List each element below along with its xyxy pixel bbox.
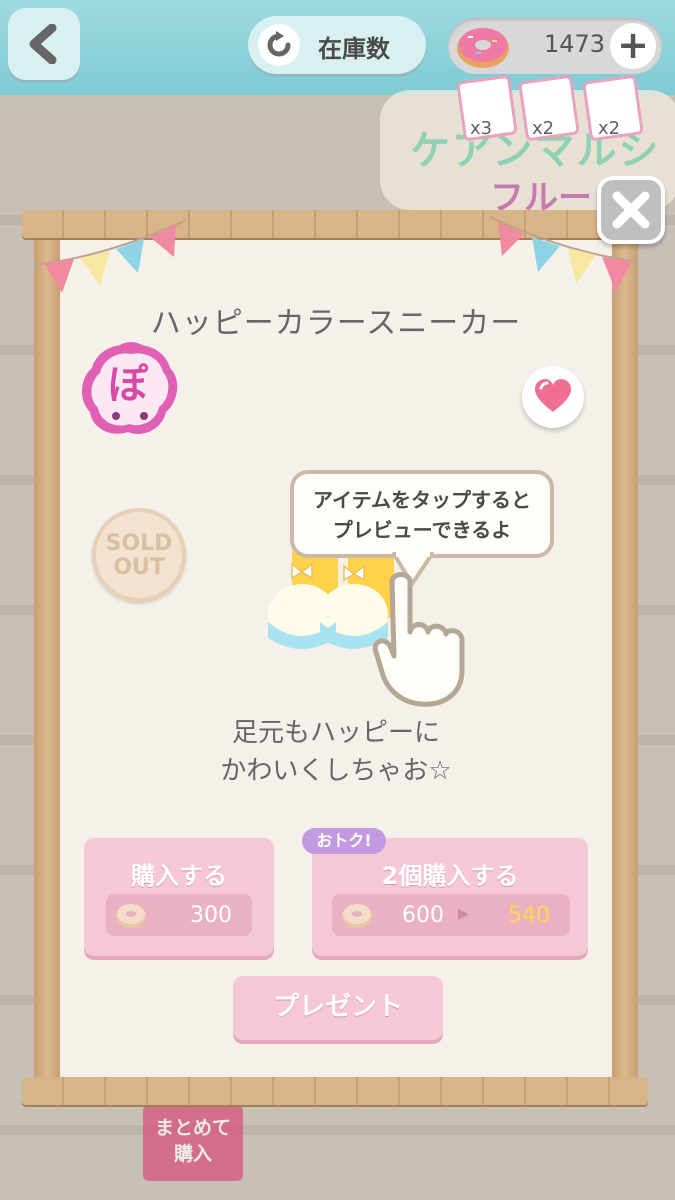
donut-icon xyxy=(114,900,148,934)
close-button[interactable] xyxy=(597,176,665,244)
item-description: 足元もハッピーに かわいくしちゃお☆ xyxy=(100,714,572,790)
donut-currency-bar: 1473 + xyxy=(448,18,662,74)
bulk-buy-line1: まとめて xyxy=(154,1117,231,1139)
ticket-count: x2 xyxy=(598,118,621,139)
frame-post-left xyxy=(34,230,60,1082)
brand-badge-icon: ぽ xyxy=(78,340,184,444)
frame-post-right xyxy=(612,230,638,1082)
heart-icon xyxy=(535,379,571,412)
bunting-left xyxy=(36,219,187,293)
tooltip-line2: プレビューできるよ xyxy=(332,518,512,542)
back-icon xyxy=(29,24,57,64)
sold-out-line2: OUT xyxy=(113,555,165,580)
arrow-right-icon: ▶ xyxy=(458,906,469,922)
buy-two-label: 2個購入する xyxy=(381,862,519,890)
frame-beam-bottom xyxy=(22,1077,648,1105)
buy-two-button[interactable]: 2個購入する 600 ▶ 540 xyxy=(312,838,588,956)
donut-icon xyxy=(454,20,512,76)
stock-label: 在庫数 xyxy=(318,35,390,63)
preview-tooltip: アイテムをタップすると プレビューできるよ xyxy=(290,470,554,558)
bulk-buy-line2: 購入 xyxy=(173,1143,212,1165)
present-button[interactable]: プレゼント xyxy=(233,976,443,1040)
sold-out-badge: SOLD OUT xyxy=(92,508,186,602)
description-line: 足元もハッピーに xyxy=(231,718,440,748)
buy-two-price-old: 600 xyxy=(402,903,444,928)
buy-one-price: 300 xyxy=(190,903,232,928)
buy-one-button[interactable]: 購入する 300 xyxy=(84,838,274,956)
add-donuts-button[interactable]: + xyxy=(610,23,656,69)
donut-icon xyxy=(340,900,374,934)
buy-one-price-box: 300 xyxy=(106,894,252,936)
buy-two-price-new: 540 xyxy=(508,903,550,928)
buy-one-label: 購入する xyxy=(131,862,227,890)
bulk-buy-button: まとめて 購入 xyxy=(143,1105,243,1181)
pointing-hand-icon xyxy=(372,572,465,707)
item-title: ハッピーカラースニーカー xyxy=(150,306,522,341)
tooltip-line1: アイテムをタップすると xyxy=(313,488,531,512)
stock-button[interactable]: 在庫数 xyxy=(248,16,426,74)
ticket-count: x3 xyxy=(470,118,493,139)
plus-icon: + xyxy=(617,23,649,67)
discount-badge: おトク! xyxy=(302,828,386,854)
buy-two-price-box: 600 ▶ 540 xyxy=(332,894,570,936)
back-button[interactable] xyxy=(8,8,80,80)
ticket-count: x2 xyxy=(532,118,555,139)
description-line: かわいくしちゃお☆ xyxy=(220,756,452,786)
refresh-icon xyxy=(258,24,300,66)
sold-out-line1: SOLD xyxy=(105,531,173,556)
favorite-button[interactable] xyxy=(522,366,584,428)
close-icon xyxy=(612,191,650,229)
donut-count: 1473 xyxy=(544,30,606,58)
badge-char: ぽ xyxy=(108,362,149,408)
